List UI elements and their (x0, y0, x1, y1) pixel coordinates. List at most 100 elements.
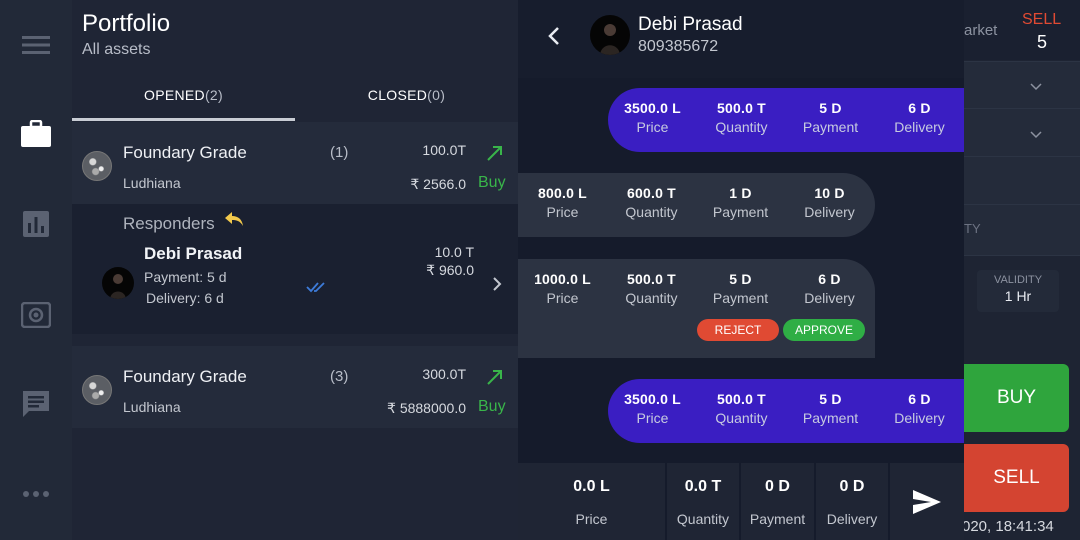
menu-icon[interactable] (16, 25, 56, 65)
incoming-offer-bubble: 1000.0 L Price 500.0 T Quantity 5 D Payment… (518, 259, 875, 358)
responder-price: ₹ 960.0 (426, 262, 474, 278)
page-subtitle: All assets (82, 41, 151, 58)
radar-icon[interactable] (16, 295, 56, 335)
validity-label: VALIDITY (993, 274, 1043, 286)
offer-quantity: 500.0 T Quantity (715, 391, 768, 426)
item-count: (3) (330, 368, 349, 385)
page-title: Portfolio (82, 10, 171, 37)
dropdown-field[interactable] (964, 108, 1080, 160)
send-button[interactable] (890, 463, 964, 540)
market-label: arket (964, 22, 998, 39)
chevron-right-icon[interactable] (492, 277, 502, 291)
trade-panel: arket SELL 5 TY VALIDITY 1 Hr BUY SELL 0… (964, 0, 1080, 540)
item-quantity: 300.0T (422, 366, 466, 382)
portfolio-pane: Portfolio All assets OPENED (2) CLOSED (0)… (72, 0, 518, 540)
item-quantity: 100.0T (422, 142, 466, 158)
responder-quantity: 10.0 T (434, 244, 474, 260)
offer-payment: 5 D Payment (712, 271, 769, 306)
chat-icon[interactable] (16, 384, 56, 424)
offer-composer: 0.0 L Price 0.0 T Quantity 0 D Payment 0 DD… (518, 463, 964, 540)
responder-name[interactable]: Debi Prasad (144, 244, 242, 264)
quantity-field-hint: TY (964, 221, 981, 236)
portfolio-tabs: OPENED (2) CLOSED (0) (72, 72, 518, 122)
responder-payment: Payment: 5 d (144, 269, 227, 285)
dropdown-field[interactable] (964, 61, 1080, 113)
sell-label: SELL (1022, 11, 1062, 28)
quantity-field[interactable]: TY (964, 204, 1080, 256)
market-header: arket SELL 5 (964, 0, 1080, 60)
validity-selector[interactable]: VALIDITY 1 Hr (977, 270, 1059, 312)
timestamp: 020, 18:41:34 (964, 518, 1054, 535)
incoming-offer-bubble: 800.0 L Price 600.0 T Quantity 1 D Payment … (518, 173, 875, 237)
outgoing-offer-bubble: 3500.0 L Price 500.0 T Quantity 5 D Payment… (608, 88, 964, 152)
app-root: Portfolio All assets OPENED (2) CLOSED (0)… (0, 0, 1080, 540)
tab-opened-label: OPENED (144, 87, 205, 103)
offer-quantity: 500.0 T Quantity (625, 271, 678, 306)
chat-header: Debi Prasad 809385672 (518, 0, 964, 78)
item-city: Ludhiana (123, 399, 181, 415)
bar-chart-icon[interactable] (16, 204, 56, 244)
tab-closed[interactable]: CLOSED (0) (295, 72, 518, 118)
offer-quantity: 600.0 T Quantity (625, 185, 678, 220)
trend-up-icon (487, 146, 502, 161)
contact-avatar[interactable] (590, 15, 630, 55)
offer-payment: 5 D Payment (802, 100, 859, 135)
price-input[interactable]: 0.0 L Price (518, 463, 665, 540)
item-city: Ludhiana (123, 175, 181, 191)
list-item[interactable]: Foundary Grade Ludhiana (3) 300.0T ₹ 588… (72, 346, 518, 428)
active-tab-indicator (72, 118, 295, 121)
more-icon[interactable] (16, 474, 56, 514)
trend-up-icon (487, 370, 502, 385)
offer-delivery: 6 D Delivery (804, 271, 855, 306)
offer-delivery: 10 D Delivery (804, 185, 855, 220)
responders-panel: Responders Debi Prasad Payment: 5 d Deli… (72, 204, 518, 334)
briefcase-icon[interactable] (16, 114, 56, 154)
offer-payment: 1 D Payment (712, 185, 769, 220)
contact-phone: 809385672 (638, 38, 719, 55)
payment-input[interactable]: 0 D Payment (741, 463, 814, 540)
offer-price: 1000.0 L Price (534, 271, 591, 306)
buy-button[interactable]: BUY (964, 364, 1069, 432)
offer-price: 3500.0 L Price (624, 100, 681, 135)
tab-closed-label: CLOSED (367, 87, 428, 103)
chat-pane: Debi Prasad 809385672 3500.0 L Price 500.… (518, 0, 964, 540)
responder-avatar (102, 267, 134, 299)
item-buy-label[interactable]: Buy (478, 174, 506, 192)
offer-price: 800.0 L Price (538, 185, 587, 220)
tab-closed-count: (0) (427, 87, 446, 103)
offer-delivery: 6 D Delivery (894, 100, 945, 135)
product-avatar (82, 151, 112, 181)
back-arrow-icon[interactable] (547, 26, 561, 46)
item-name: Foundary Grade (123, 367, 247, 386)
offer-price: 3500.0 L Price (624, 391, 681, 426)
responders-title: Responders (123, 214, 215, 233)
responder-delivery: Delivery: 6 d (146, 290, 224, 306)
list-item[interactable]: Foundary Grade Ludhiana (1) 100.0T ₹ 256… (72, 122, 518, 204)
input-field[interactable] (964, 156, 1080, 208)
approve-button[interactable]: APPROVE (783, 319, 865, 341)
reject-button[interactable]: REJECT (697, 319, 779, 341)
chevron-down-icon (1030, 131, 1042, 139)
quantity-input[interactable]: 0.0 T Quantity (667, 463, 739, 540)
offer-quantity: 500.0 T Quantity (715, 100, 768, 135)
item-price: ₹ 5888000.0 (387, 400, 466, 416)
offer-delivery: 6 D Delivery (894, 391, 945, 426)
reply-icon (225, 212, 243, 226)
item-name: Foundary Grade (123, 143, 247, 162)
contact-name: Debi Prasad (638, 14, 743, 35)
tab-opened-count: (2) (204, 87, 223, 103)
item-count: (1) (330, 144, 349, 161)
chevron-down-icon (1030, 83, 1042, 91)
send-icon (913, 489, 941, 514)
delivery-input[interactable]: 0 D Delivery (816, 463, 888, 540)
nav-rail (0, 0, 72, 540)
validity-value: 1 Hr (1004, 288, 1032, 304)
sell-button[interactable]: SELL (964, 444, 1069, 512)
offer-payment: 5 D Payment (802, 391, 859, 426)
sell-count: 5 (1037, 32, 1048, 52)
item-buy-label[interactable]: Buy (478, 398, 506, 416)
product-avatar (82, 375, 112, 405)
tab-opened[interactable]: OPENED (2) (72, 72, 295, 118)
double-check-icon (306, 282, 325, 293)
outgoing-offer-bubble: 3500.0 L Price 500.0 T Quantity 5 D Payment… (608, 379, 964, 443)
